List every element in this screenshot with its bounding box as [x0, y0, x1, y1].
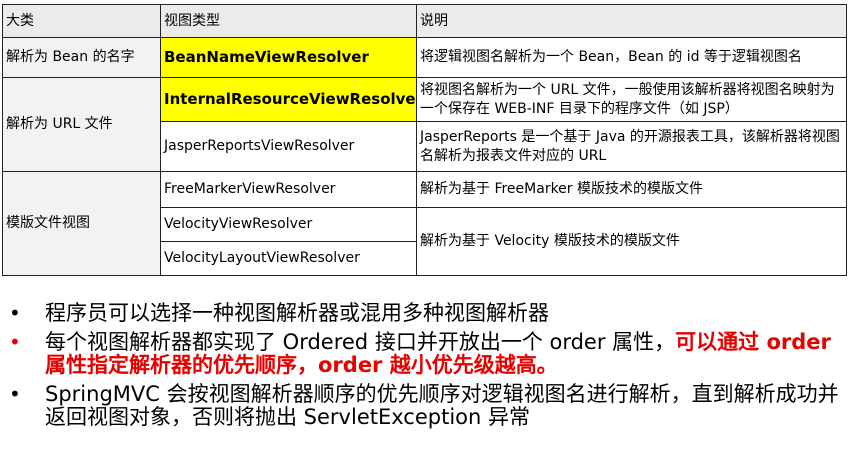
header-view-type: 视图类型: [160, 4, 417, 38]
category-cell: 解析为 Bean 的名字: [2, 37, 161, 78]
table-header-row: 大类 视图类型 说明: [2, 4, 847, 38]
table-row: 解析为 Bean 的名字 BeanNameViewResolver 将逻辑视图名…: [2, 37, 847, 78]
category-cell: 解析为 URL 文件: [2, 77, 161, 172]
bullet-text: SpringMVC 会按视图解析器顺序的优先顺序对逻辑视图名进行解析，直到解析成…: [45, 382, 839, 429]
view-type-cell: FreeMarkerViewResolver: [160, 171, 417, 208]
header-description: 说明: [416, 4, 847, 38]
description-cell: JasperReports 是一个基于 Java 的开源报表工具，该解析器将视图…: [416, 121, 847, 172]
view-type-cell: VelocityViewResolver: [160, 207, 417, 242]
view-type-cell: InternalResourceViewResolver: [160, 77, 417, 122]
bullet-text: 程序员可以选择一种视图解析器或混用多种视图解析器: [45, 301, 549, 325]
bullet-text: 每个视图解析器都实现了 Ordered 接口并开放出一个 order 属性，: [45, 330, 676, 354]
view-resolver-table: 大类 视图类型 说明 解析为 Bean 的名字 BeanNameViewReso…: [2, 4, 847, 276]
bullet-list: • 程序员可以选择一种视图解析器或混用多种视图解析器 • 每个视图解析器都实现了…: [0, 302, 850, 435]
description-cell: 将逻辑视图名解析为一个 Bean，Bean 的 id 等于逻辑视图名: [416, 37, 847, 78]
header-category: 大类: [2, 4, 161, 38]
view-type-cell: VelocityLayoutViewResolver: [160, 241, 417, 276]
table-row: 解析为 URL 文件 InternalResourceViewResolver …: [2, 77, 847, 172]
bullet-dot-icon: •: [9, 382, 21, 406]
bullet-dot-icon: •: [9, 301, 21, 325]
view-type-cell: JasperReportsViewResolver: [160, 121, 417, 172]
bullet-item: • 程序员可以选择一种视图解析器或混用多种视图解析器: [0, 302, 850, 325]
description-cell: 解析为基于 Velocity 模版技术的模版文件: [416, 207, 847, 276]
bullet-item: • 每个视图解析器都实现了 Ordered 接口并开放出一个 order 属性，…: [0, 331, 850, 377]
bullet-item: • SpringMVC 会按视图解析器顺序的优先顺序对逻辑视图名进行解析，直到解…: [0, 383, 850, 429]
description-cell: 将视图名解析为一个 URL 文件，一般使用该解析器将视图名映射为一个保存在 WE…: [416, 77, 847, 122]
description-cell: 解析为基于 FreeMarker 模版技术的模版文件: [416, 171, 847, 208]
view-type-cell: BeanNameViewResolver: [160, 37, 417, 78]
table-row: 模版文件视图 FreeMarkerViewResolver 解析为基于 Free…: [2, 171, 847, 276]
bullet-dot-icon: •: [9, 330, 21, 354]
category-cell: 模版文件视图: [2, 171, 161, 276]
